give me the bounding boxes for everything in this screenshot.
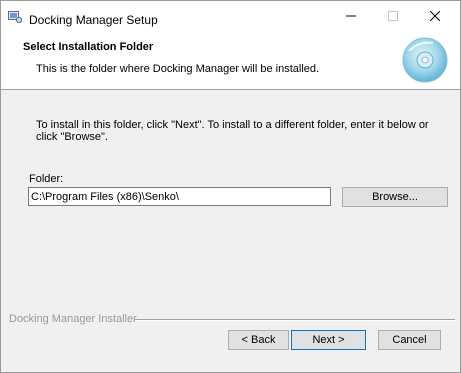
folder-path-input[interactable] — [28, 187, 331, 206]
setup-app-icon — [8, 11, 23, 24]
setup-window: Docking Manager Setup Select Installatio… — [0, 0, 461, 373]
title-bar[interactable]: Docking Manager Setup — [1, 1, 460, 31]
page-title: Select Installation Folder — [23, 41, 154, 53]
instruction-text: To install in this folder, click "Next".… — [36, 119, 429, 143]
back-button[interactable]: < Back — [228, 330, 289, 350]
window-title: Docking Manager Setup — [29, 13, 158, 27]
cancel-button[interactable]: Cancel — [378, 330, 441, 350]
installer-label: Docking Manager Installer — [9, 313, 137, 325]
maximize-icon — [388, 11, 398, 21]
close-icon — [430, 11, 440, 21]
next-button[interactable]: Next > — [291, 330, 366, 350]
minimize-icon — [346, 15, 356, 17]
wizard-header: Select Installation Folder This is the f… — [1, 31, 460, 90]
cd-disc-icon — [399, 33, 451, 85]
close-button[interactable] — [413, 1, 457, 31]
maximize-button — [371, 1, 415, 31]
minimize-button[interactable] — [329, 1, 373, 31]
footer-divider — [135, 319, 455, 321]
browse-button[interactable]: Browse... — [342, 187, 448, 207]
folder-label: Folder: — [29, 173, 64, 185]
page-description: This is the folder where Docking Manager… — [36, 63, 320, 75]
